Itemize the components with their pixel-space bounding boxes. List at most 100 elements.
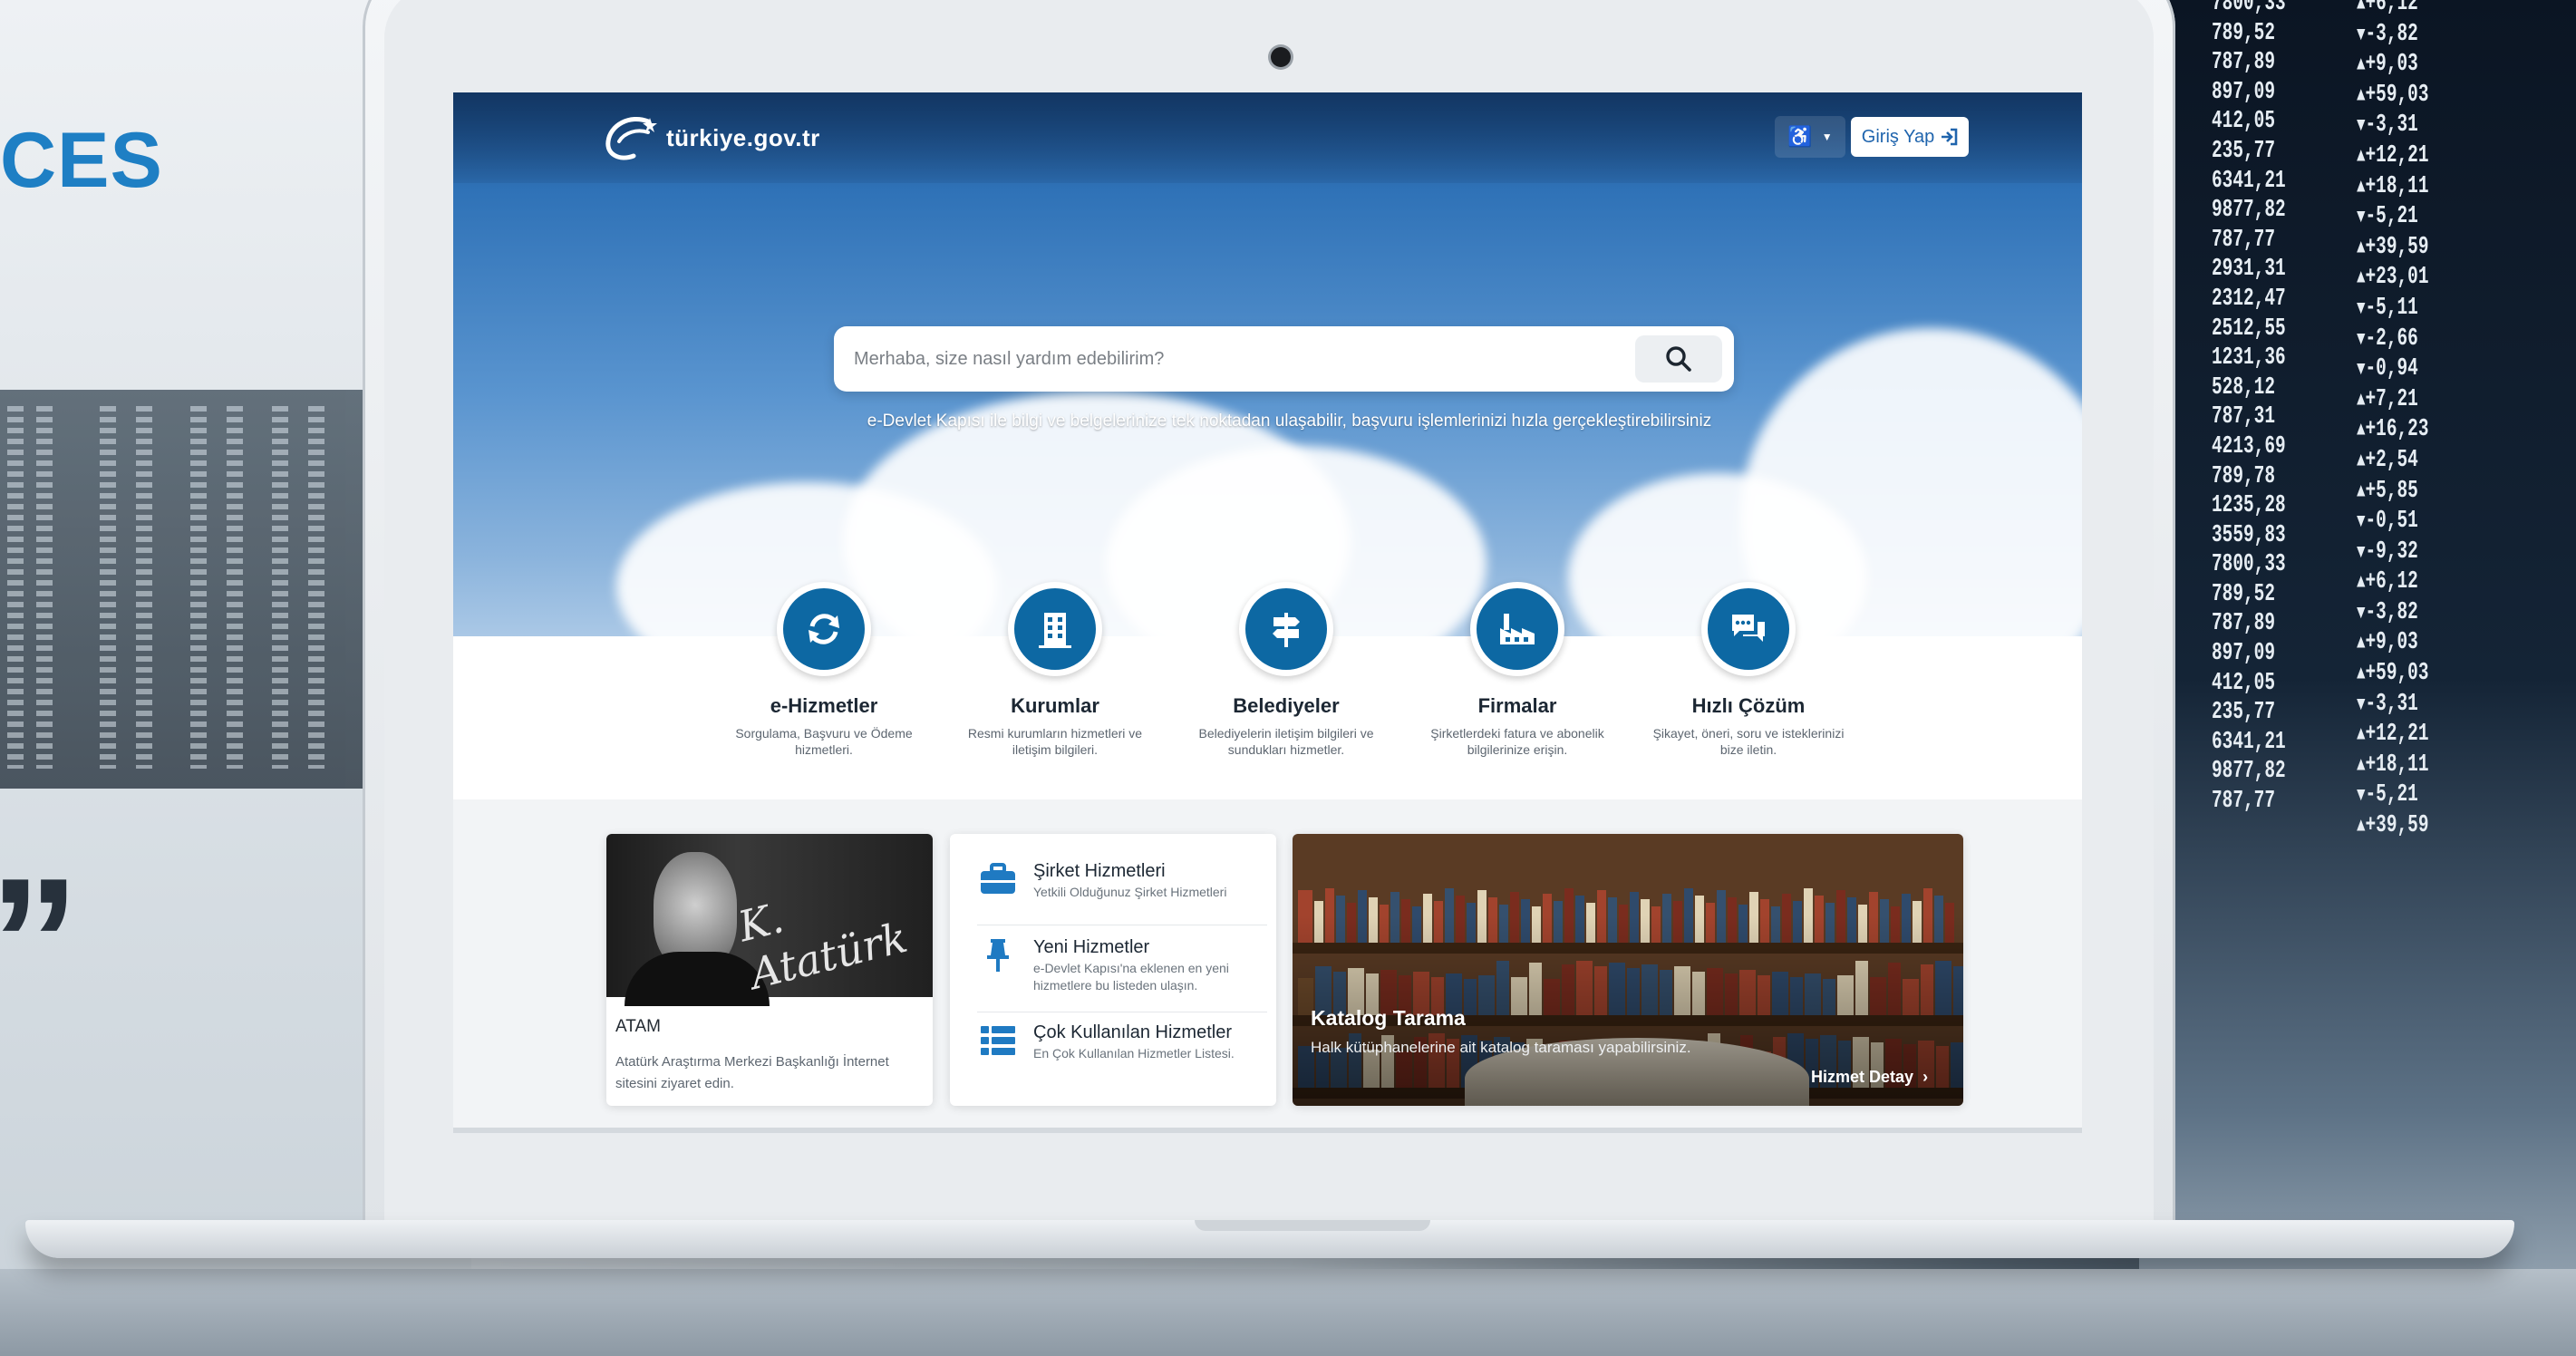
service-title: Firmalar [1477,694,1557,717]
ticker-change: +5,85 [2357,477,2429,508]
ticker-change: -3,31 [2357,690,2429,721]
katalog-description: Halk kütüphanelerine ait katalog taramas… [1311,1039,1691,1056]
service-hizli-cozum[interactable]: Hızlı Çözüm Şikayet, öneri, soru ve iste… [1649,582,1848,758]
top-navigation: türkiye.gov.tr ♿ ▼ Giriş Yap [453,92,2082,183]
search-bar [834,326,1734,392]
browser-screen: türkiye.gov.tr ♿ ▼ Giriş Yap e-Devlet Ka… [453,92,2082,1133]
service-title: Belediyeler [1233,694,1340,717]
list-item-sirket-hizmetleri[interactable]: Şirket Hizmetleri Yetkili Olduğunuz Şirk… [979,861,1226,901]
service-belediyeler[interactable]: Belediyeler Belediyelerin iletişim bilgi… [1186,582,1386,758]
ticker-value: 412,05 [2212,669,2275,697]
service-detail-label: Hizmet Detay [1811,1068,1914,1086]
ticker-change: +9,03 [2357,628,2429,659]
ticker-change: -3,82 [2357,598,2429,629]
ticker-value: 787,89 [2212,610,2275,638]
ticker-change: -9,32 [2357,538,2429,568]
list-item-yeni-hizmetler[interactable]: Yeni Hizmetler e-Devlet Kapısı'na eklene… [979,937,1251,994]
refresh-icon [777,582,871,676]
accessibility-icon: ♿ [1787,125,1813,148]
factory-icon [1470,582,1564,676]
ticker-change: +59,03 [2357,81,2429,111]
webcam [1271,47,1291,67]
site-logo[interactable]: türkiye.gov.tr [603,112,820,163]
service-description: Resmi kurumların hizmetleri ve iletişim … [967,726,1143,757]
ticker-change: +12,21 [2357,141,2429,172]
ticker-value: 1231,36 [2212,344,2286,373]
ticker-value: 9877,82 [2212,758,2286,786]
backdrop-ticker-screen: 7800,33 789,52 787,89 897,09 412,05 235,77 634… [2139,0,2576,1356]
ticker-change: -3,82 [2357,20,2429,51]
ticker-value: 6341,21 [2212,167,2286,195]
ticker-change: +39,59 [2357,233,2429,264]
ticker-value: 412,05 [2212,108,2275,136]
laptop-notch [1195,1220,1430,1231]
list-item-title: Şirket Hizmetleri [1033,861,1166,881]
search-button[interactable] [1635,335,1722,383]
katalog-title: Katalog Tarama [1311,1006,1466,1030]
service-description: Sorgulama, Başvuru ve Ödeme hizmetleri. [735,726,913,757]
ticker-change: +9,03 [2357,50,2429,81]
ticker-value: 235,77 [2212,137,2275,165]
briefcase-icon [979,861,1017,897]
ticker-value: 789,52 [2212,580,2275,608]
ticker-change: +2,54 [2357,446,2429,477]
ticker-value: 787,77 [2212,226,2275,254]
search-icon [1666,346,1691,372]
ticker-value: 787,89 [2212,49,2275,77]
ticker-change: +6,12 [2357,0,2429,20]
ticker-value: 2931,31 [2212,256,2286,284]
e-devlet-logo-icon [605,116,657,160]
chat-icon [1701,582,1796,676]
service-description: Belediyelerin iletişim bilgileri ve sund… [1198,726,1374,757]
ticker-change: +18,11 [2357,172,2429,203]
atam-description: Atatürk Araştırma Merkezi Başkanlığı İnt… [615,1054,889,1091]
ticker-change: +18,11 [2357,751,2429,781]
backdrop-monitor [0,390,363,789]
service-kurumlar[interactable]: Kurumlar Resmi kurumların hizmetleri ve … [955,582,1155,758]
ticker-changes-column: +6,12-3,82+9,03+59,03-3,31+12,21+18,11-5… [2357,0,2429,842]
katalog-card[interactable]: Katalog Tarama Halk kütüphanelerine ait … [1293,834,1963,1106]
login-button[interactable]: Giriş Yap [1851,117,1969,157]
service-firmalar[interactable]: Firmalar Şirketlerdeki fatura ve aboneli… [1418,582,1617,758]
screen-edge [453,1128,2082,1133]
ticker-value: 2512,55 [2212,315,2286,343]
ataturk-signature: K. Atatürk [733,893,913,999]
service-title: Hızlı Çözüm [1691,694,1806,717]
ataturk-portrait: K. Atatürk [606,834,933,1006]
list-item-title: Çok Kullanılan Hizmetler [1033,1022,1232,1042]
list-icon [979,1022,1017,1059]
ticker-value: 235,77 [2212,699,2275,727]
pin-icon [979,937,1017,973]
ticker-value: 787,77 [2212,788,2275,816]
service-e-hizmetler[interactable]: e-Hizmetler Sorgulama, Başvuru ve Ödeme … [724,582,924,758]
ticker-change: -0,94 [2357,354,2429,385]
service-description: Şirketlerdeki fatura ve abonelik bilgile… [1430,726,1604,757]
list-item-cok-kullanilan[interactable]: Çok Kullanılan Hizmetler En Çok Kullanıl… [979,1022,1235,1062]
ticker-change: +39,59 [2357,811,2429,842]
signpost-icon [1239,582,1333,676]
ticker-value: 789,78 [2212,462,2275,490]
ticker-change: +7,21 [2357,385,2429,416]
ticker-change: -5,11 [2357,294,2429,324]
service-detail-link[interactable]: Hizmet Detay › [1811,1068,1928,1087]
ticker-change: -5,21 [2357,202,2429,233]
atam-title: ATAM [615,1017,661,1036]
ticker-value: 3559,83 [2212,521,2286,549]
ticker-change: -5,21 [2357,780,2429,811]
accessibility-button[interactable]: ♿ ▼ [1775,116,1845,158]
ticker-change: +6,12 [2357,567,2429,598]
search-input[interactable] [854,326,1615,392]
ticker-change: +23,01 [2357,263,2429,294]
image-overlay [1293,834,1963,1106]
atam-card[interactable]: K. Atatürk ATAM Atatürk Araştırma Merkez… [606,834,933,1106]
ticker-value: 897,09 [2212,78,2275,106]
laptop-base [25,1220,2514,1258]
building-icon [1008,582,1102,676]
backdrop-quote-mark: ” [0,852,80,1033]
hero-tagline: e-Devlet Kapısı ile bilgi ve belgelerini… [867,412,1712,431]
backdrop-table [0,1269,2576,1356]
chevron-down-icon: ▼ [1821,131,1833,143]
service-title: Kurumlar [1011,694,1099,717]
ticker-value: 2312,47 [2212,285,2286,313]
backdrop-heading: CES [0,117,163,204]
